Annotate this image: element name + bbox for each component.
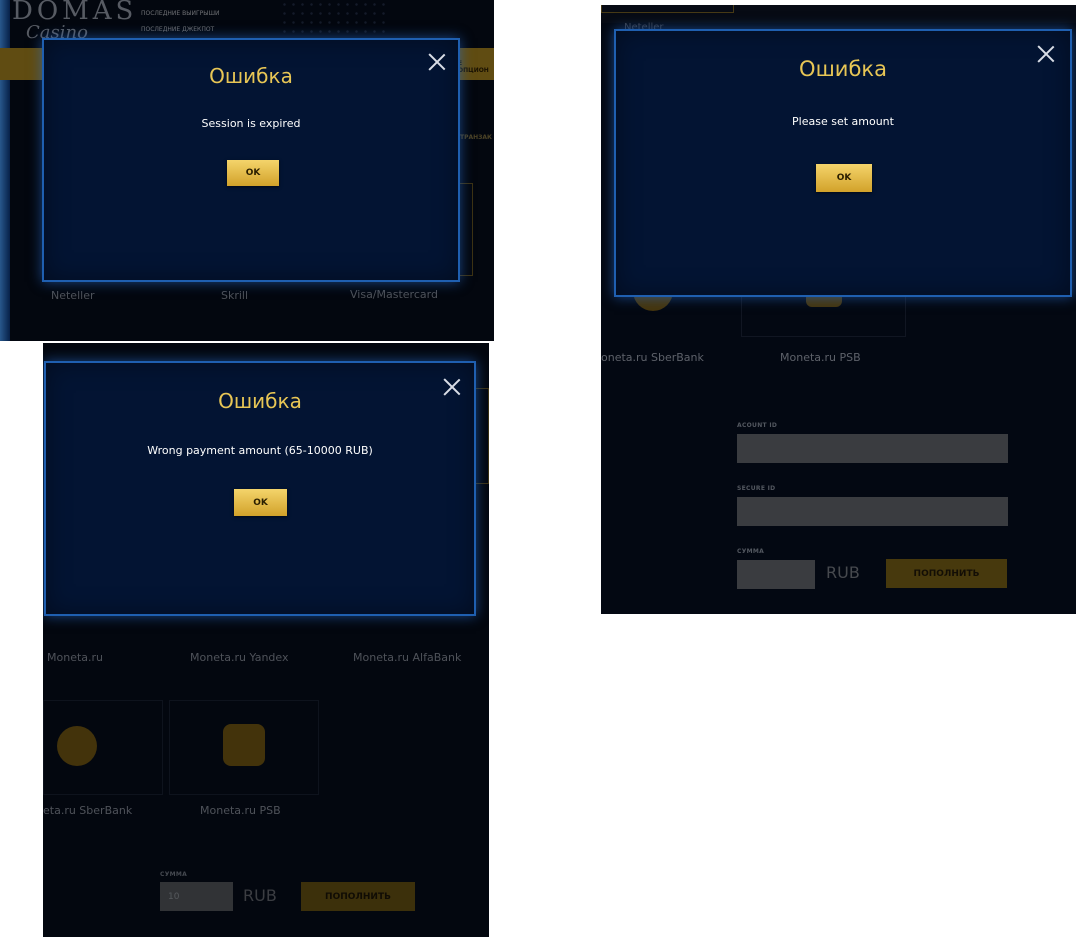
modal-title: Ошибка bbox=[209, 64, 293, 88]
modal-message: Wrong payment amount (65-10000 RUB) bbox=[147, 444, 373, 457]
error-modal: Ошибка Please set amount OK bbox=[614, 29, 1072, 297]
ok-button[interactable]: OK bbox=[816, 164, 872, 192]
screenshot-session-expired: DOMAS Casino ПОСЛЕДНИЕ ВЫИГРЫШИ ПОСЛЕДНИ… bbox=[0, 0, 494, 341]
screenshot-wrong-amount: Moneta.ru Moneta.ru Yandex Moneta.ru Alf… bbox=[43, 343, 489, 937]
ok-button[interactable]: OK bbox=[234, 489, 287, 516]
close-icon[interactable] bbox=[1037, 45, 1055, 63]
close-icon[interactable] bbox=[428, 53, 446, 71]
modal-message: Please set amount bbox=[792, 115, 894, 128]
modal-message: Session is expired bbox=[201, 117, 301, 130]
modal-title: Ошибка bbox=[218, 389, 302, 413]
screenshot-set-amount: Neteller oneta.ru SberBank Moneta.ru PSB… bbox=[601, 5, 1076, 614]
modal-title: Ошибка bbox=[799, 57, 887, 81]
close-icon[interactable] bbox=[443, 378, 461, 396]
ok-button[interactable]: OK bbox=[227, 160, 279, 186]
error-modal: Ошибка Session is expired OK bbox=[42, 38, 460, 282]
error-modal: Ошибка Wrong payment amount (65-10000 RU… bbox=[44, 361, 476, 616]
